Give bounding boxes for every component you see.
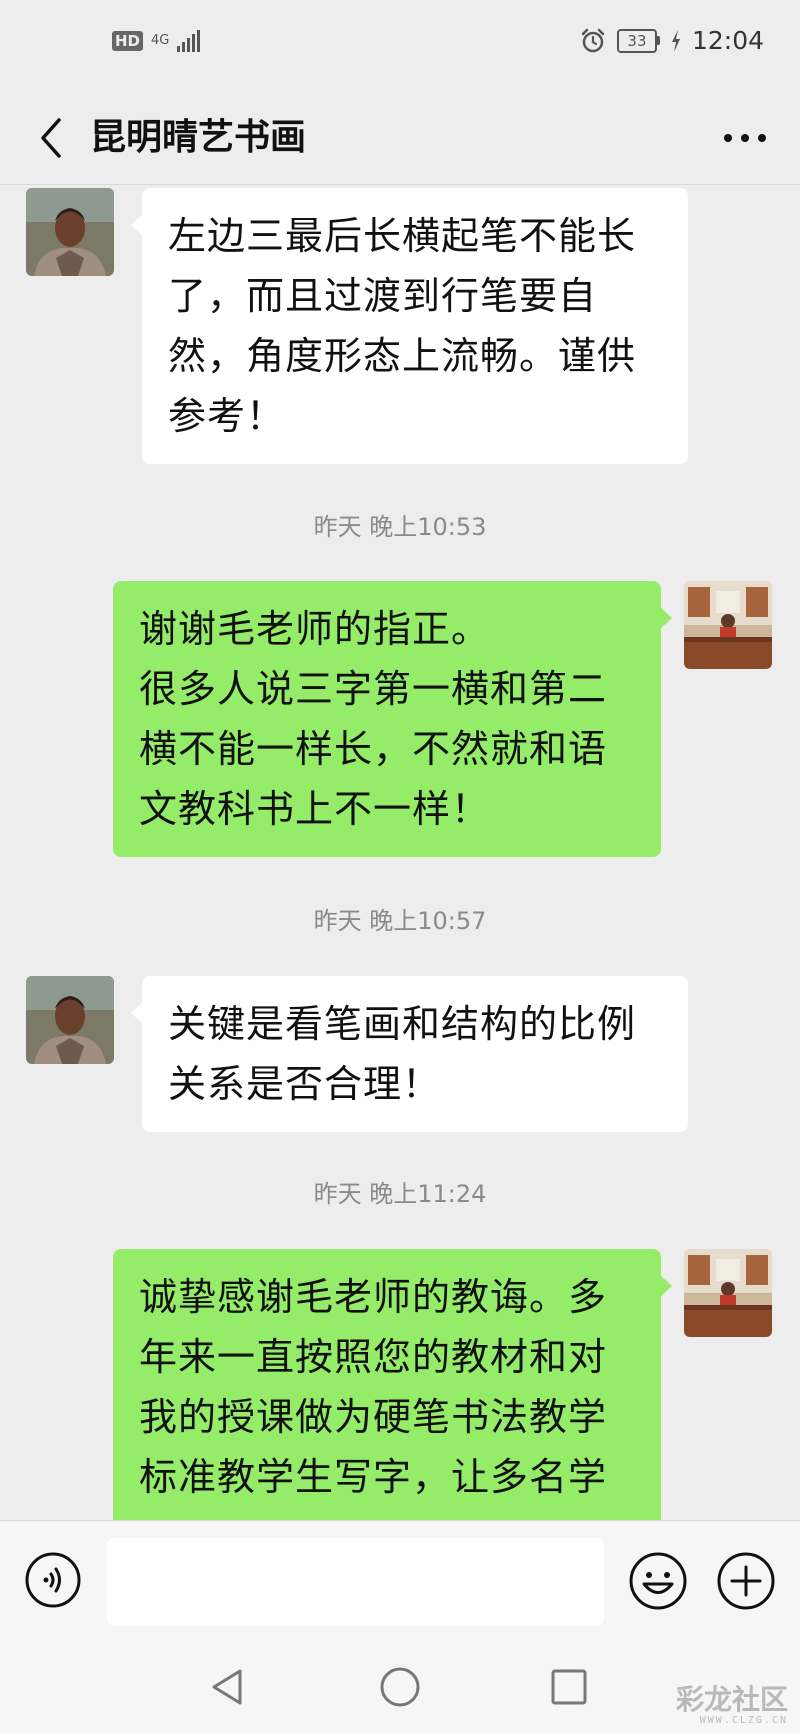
battery-level: 33 xyxy=(616,28,657,53)
voice-button[interactable] xyxy=(24,1551,82,1609)
back-button[interactable] xyxy=(26,110,76,166)
nav-home-button[interactable] xyxy=(375,1662,425,1712)
chevron-left-icon xyxy=(41,118,61,158)
timestamp: 昨天 晚上10:57 xyxy=(313,907,487,935)
message-received: 关键是看笔画和结构的比例 关系是否合理！ xyxy=(0,976,800,1136)
plus-icon xyxy=(717,1552,775,1610)
chat-title: 昆明晴艺书画 xyxy=(90,117,307,158)
self-portrait xyxy=(684,581,772,669)
battery-tip xyxy=(656,36,660,45)
system-nav-bar: 彩龙社区 WWW.CLZG.CN xyxy=(0,1640,800,1733)
message-input[interactable] xyxy=(107,1538,604,1626)
watermark-url: WWW.CLZG.CN xyxy=(699,1715,788,1726)
nav-recent-icon xyxy=(551,1669,587,1705)
message-sent: 谢谢毛老师的指正。 很多人说三字第一横和第二 横不能一样长，不然就和语 文教科书… xyxy=(0,581,800,861)
more-button[interactable] xyxy=(710,112,780,164)
watermark: 彩龙社区 WWW.CLZG.CN xyxy=(676,1685,788,1727)
watermark-text: 彩龙社区 xyxy=(675,1683,788,1716)
battery-indicator: 33 xyxy=(616,28,660,53)
nav-back-button[interactable] xyxy=(203,1662,253,1712)
message-sent: 诚挚感谢毛老师的教诲。多 年来一直按照您的教材和对 我的授课做为硬笔书法教学 标… xyxy=(0,1249,800,1520)
clock: 12:04 xyxy=(691,26,764,55)
charging-icon xyxy=(671,29,680,52)
avatar-contact[interactable] xyxy=(26,976,114,1064)
message-bubble[interactable]: 关键是看笔画和结构的比例 关系是否合理！ xyxy=(131,976,688,1132)
message-bubble[interactable]: 谢谢毛老师的指正。 很多人说三字第一横和第二 横不能一样长，不然就和语 文教科书… xyxy=(113,581,672,857)
message-bubble[interactable]: 左边三最后长横起笔不能长 了，而且过渡到行笔要自 然，角度形态上流畅。谨供 参考… xyxy=(131,188,688,464)
status-bar: HD 4G 33 12:04 xyxy=(0,0,800,92)
chat-header: 昆明晴艺书画 xyxy=(0,92,800,185)
nav-recent-button[interactable] xyxy=(544,1662,594,1712)
network-type: 4G xyxy=(151,33,170,48)
status-right: 33 12:04 xyxy=(579,26,764,55)
plus-button[interactable] xyxy=(716,1551,776,1611)
voice-icon xyxy=(25,1552,81,1608)
emoji-icon xyxy=(629,1552,687,1610)
chat-input-bar xyxy=(0,1520,800,1641)
hd-badge: HD xyxy=(112,31,144,51)
emoji-button[interactable] xyxy=(628,1551,688,1611)
more-dots-icon xyxy=(724,134,766,142)
timestamp: 昨天 晚上11:24 xyxy=(313,1180,487,1208)
status-left: HD 4G xyxy=(112,30,201,52)
signal-icon xyxy=(177,30,201,52)
avatar-contact[interactable] xyxy=(26,188,114,276)
message-bubble[interactable]: 诚挚感谢毛老师的教诲。多 年来一直按照您的教材和对 我的授课做为硬笔书法教学 标… xyxy=(113,1249,672,1520)
alarm-icon xyxy=(581,28,605,52)
nav-home-icon xyxy=(380,1667,420,1707)
message-list[interactable]: 左边三最后长横起笔不能长 了，而且过渡到行笔要自 然，角度形态上流畅。谨供 参考… xyxy=(0,185,800,1520)
self-portrait xyxy=(684,1249,772,1337)
nav-back-icon xyxy=(212,1669,242,1705)
message-received: 左边三最后长横起笔不能长 了，而且过渡到行笔要自 然，角度形态上流畅。谨供 参考… xyxy=(0,185,800,465)
timestamp: 昨天 晚上10:53 xyxy=(313,513,487,541)
avatar-self[interactable] xyxy=(684,581,772,669)
contact-portrait xyxy=(26,976,114,1064)
contact-portrait xyxy=(26,188,114,276)
avatar-self[interactable] xyxy=(684,1249,772,1337)
